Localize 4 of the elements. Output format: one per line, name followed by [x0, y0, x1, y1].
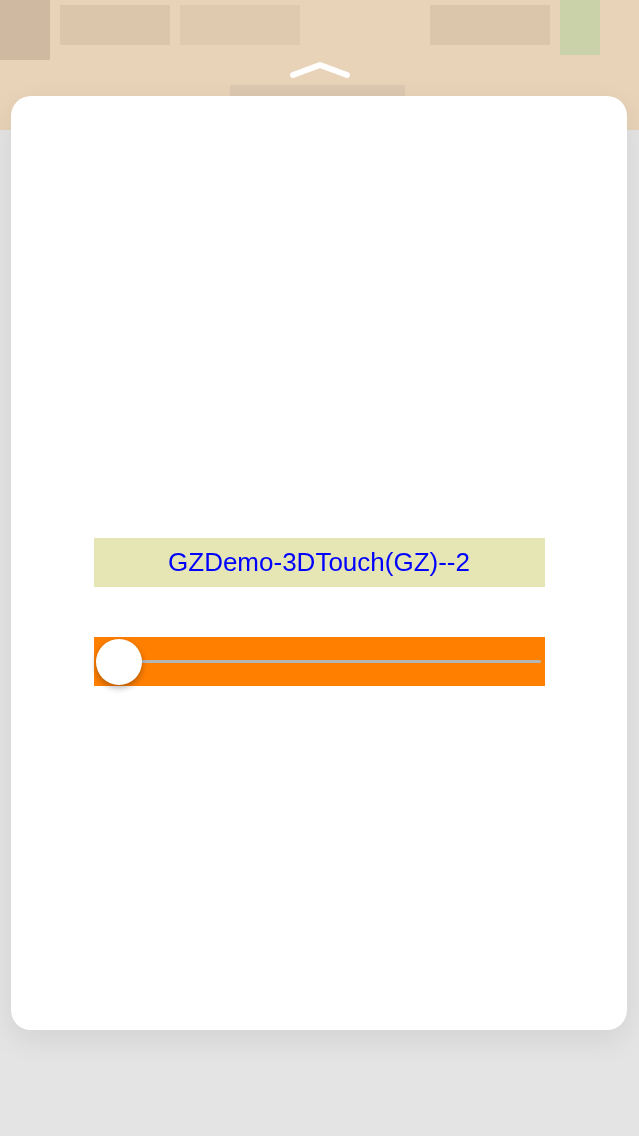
- title-label: GZDemo-3DTouch(GZ)--2: [93, 538, 545, 587]
- slider[interactable]: [93, 637, 545, 686]
- chevron-up-icon: [290, 60, 350, 80]
- slider-thumb[interactable]: [95, 639, 142, 685]
